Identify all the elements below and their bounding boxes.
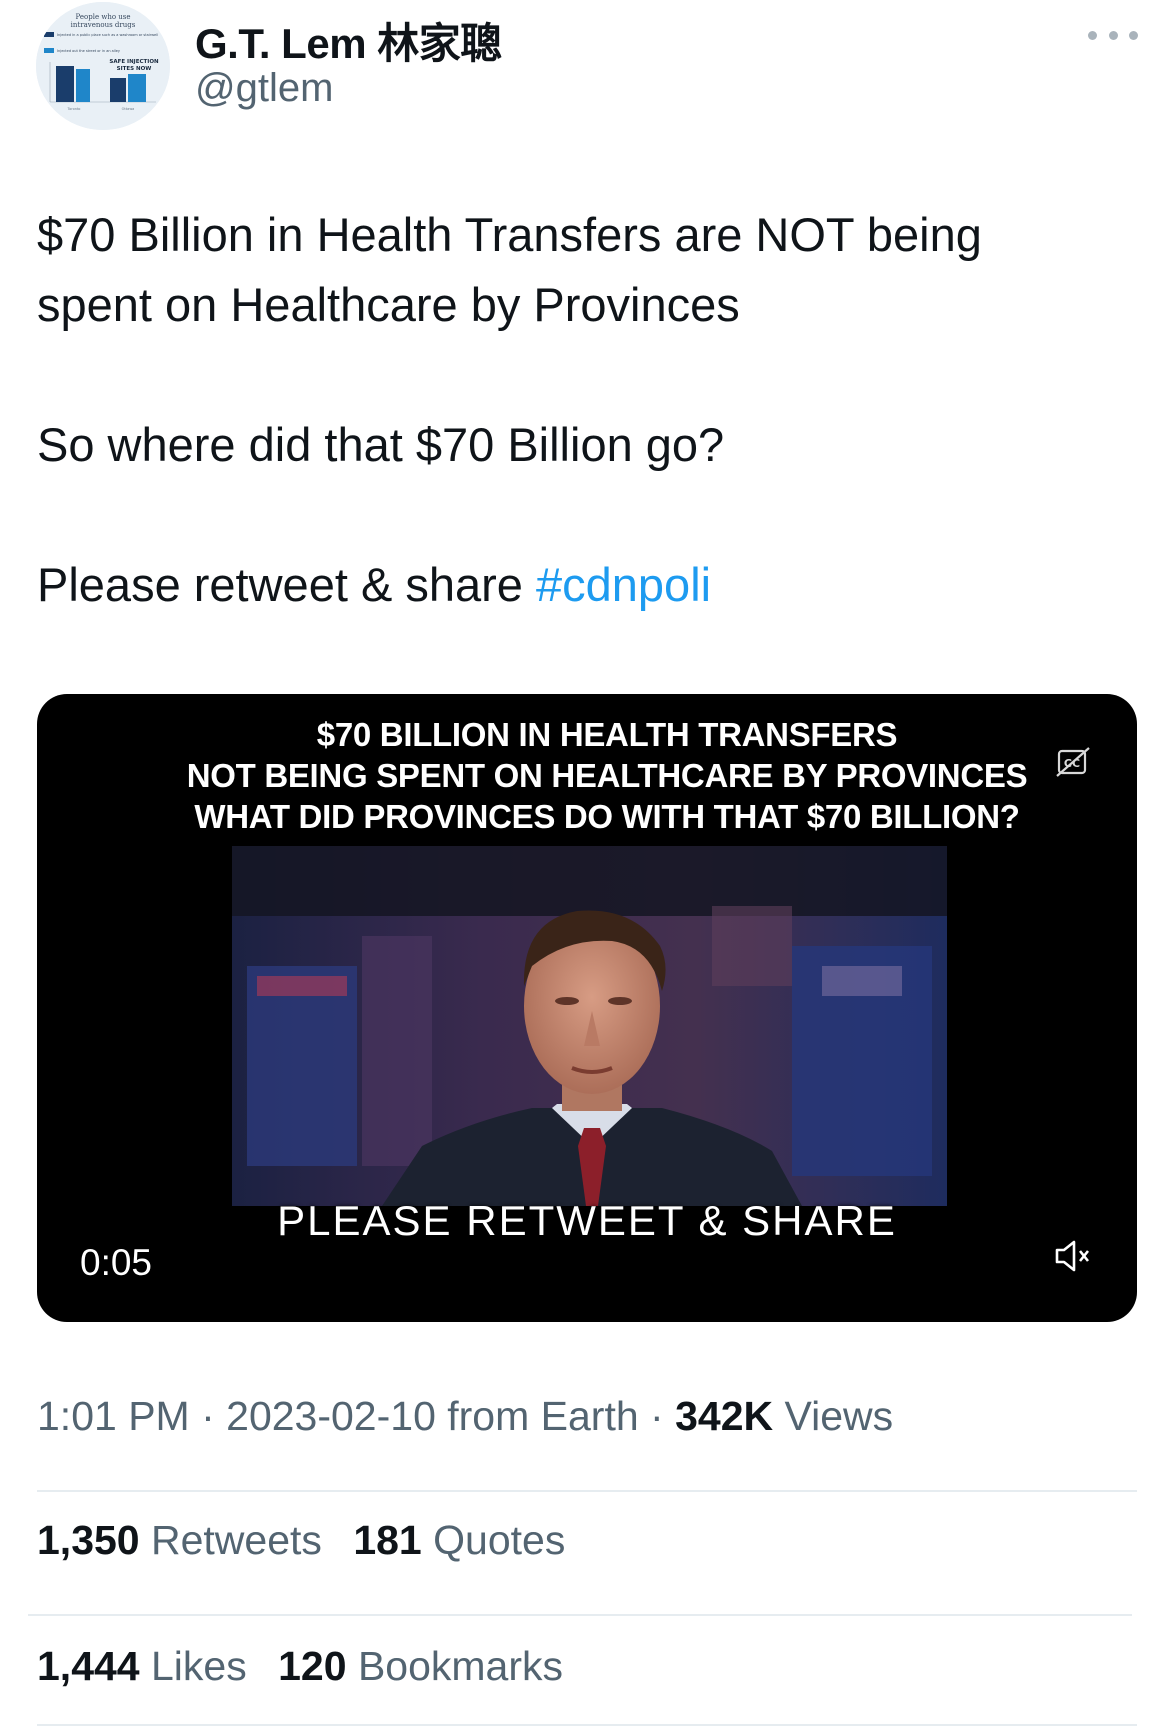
video-caption-line: WHAT DID PROVINCES DO WITH THAT $70 BILL… bbox=[194, 798, 1020, 835]
ellipsis-icon bbox=[1108, 30, 1118, 40]
user-handle[interactable]: @gtlem bbox=[195, 66, 333, 111]
closed-captions-icon[interactable]: CC bbox=[1053, 742, 1093, 782]
video-caption: $70 BILLION IN HEALTH TRANSFERS NOT BEIN… bbox=[127, 714, 1087, 837]
video-subtitle: PLEASE RETWEET & SHARE bbox=[277, 1197, 897, 1244]
tweet-line-text: Please retweet & share bbox=[37, 558, 536, 611]
video-caption-line: $70 BILLION IN HEALTH TRANSFERS bbox=[316, 716, 898, 753]
views-count: 342K bbox=[675, 1393, 774, 1439]
video-caption-line: NOT BEING SPENT ON HEALTHCARE BY PROVINC… bbox=[186, 757, 1028, 794]
avatar-legend-2: Injected out the street or in an alley bbox=[57, 49, 120, 53]
bookmarks-stat[interactable]: 120 Bookmarks bbox=[278, 1643, 563, 1689]
retweets-label: Retweets bbox=[139, 1517, 322, 1563]
avatar-x-label-2: Ottawa bbox=[122, 107, 135, 111]
avatar-legend-1: Injected in a public place such as a was… bbox=[57, 33, 158, 37]
ellipsis-icon bbox=[1129, 30, 1138, 40]
bookmarks-count: 120 bbox=[278, 1643, 347, 1689]
tweet-source: from Earth bbox=[435, 1393, 639, 1439]
retweets-stat[interactable]: 1,350 Retweets bbox=[37, 1517, 322, 1563]
tweet-header: People who use intravenous drugs Injecte… bbox=[0, 0, 1170, 140]
quotes-count: 181 bbox=[353, 1517, 422, 1563]
avatar-badge-1: SAFE INJECTION bbox=[109, 59, 159, 65]
likes-label: Likes bbox=[139, 1643, 247, 1689]
video-player[interactable]: $70 BILLION IN HEALTH TRANSFERS NOT BEIN… bbox=[37, 694, 1137, 1322]
tweet-time[interactable]: 1:01 PM bbox=[37, 1393, 190, 1439]
avatar[interactable]: People who use intravenous drugs Injecte… bbox=[36, 2, 170, 130]
tweet-line: spent on Healthcare by Provinces bbox=[37, 278, 740, 331]
bookmarks-label: Bookmarks bbox=[346, 1643, 563, 1689]
tweet-date[interactable]: 2023-02-10 bbox=[226, 1393, 436, 1439]
tweet-line: Please retweet & share #cdnpoli bbox=[37, 550, 1137, 620]
retweets-count: 1,350 bbox=[37, 1517, 140, 1563]
hashtag-link[interactable]: #cdnpoli bbox=[536, 558, 711, 611]
avatar-badge-2: SITES NOW bbox=[117, 66, 152, 72]
avatar-title-1: People who use bbox=[75, 13, 130, 21]
quotes-stat[interactable]: 181 Quotes bbox=[353, 1517, 565, 1563]
tweet-line: So where did that $70 Billion go? bbox=[37, 418, 725, 471]
tweet-text: $70 Billion in Health Transfers are NOT … bbox=[37, 200, 1137, 620]
muted-speaker-icon[interactable] bbox=[1052, 1236, 1096, 1276]
display-name[interactable]: G.T. Lem 林家聰 bbox=[195, 10, 502, 71]
tweet-line: $70 Billion in Health Transfers are NOT … bbox=[37, 208, 982, 261]
video-frame bbox=[232, 846, 947, 1206]
divider bbox=[37, 1490, 1137, 1492]
separator: · bbox=[189, 1393, 227, 1439]
views-label: Views bbox=[773, 1393, 894, 1439]
divider bbox=[28, 1614, 1132, 1616]
likes-stat[interactable]: 1,444 Likes bbox=[37, 1643, 247, 1689]
divider bbox=[37, 1724, 1137, 1726]
separator: · bbox=[638, 1393, 676, 1439]
avatar-x-label-1: Toronto bbox=[67, 107, 81, 111]
avatar-title-2: intravenous drugs bbox=[71, 21, 136, 29]
ellipsis-icon bbox=[1088, 30, 1097, 40]
engagement-row-2: 1,444 Likes 120 Bookmarks bbox=[37, 1643, 583, 1690]
tweet-meta: 1:01 PM · 2023-02-10 from Earth · 342K V… bbox=[37, 1393, 893, 1440]
quotes-label: Quotes bbox=[421, 1517, 566, 1563]
engagement-row-1: 1,350 Retweets 181 Quotes bbox=[37, 1517, 585, 1564]
news-anchor-image bbox=[232, 846, 947, 1206]
more-options-button[interactable] bbox=[1088, 20, 1138, 50]
likes-count: 1,444 bbox=[37, 1643, 140, 1689]
avatar-chart-image: People who use intravenous drugs Injecte… bbox=[36, 2, 170, 130]
video-time: 0:05 bbox=[80, 1242, 153, 1283]
